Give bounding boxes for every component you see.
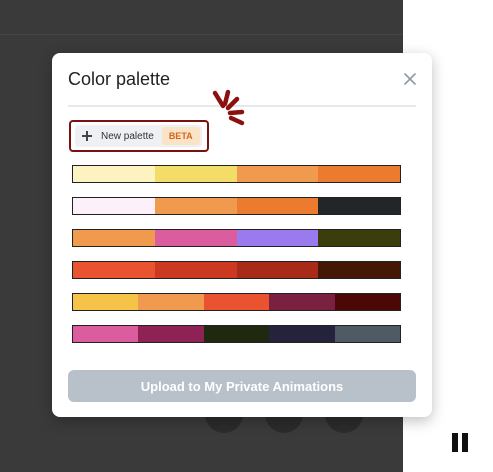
- color-swatch: [73, 262, 155, 278]
- palette-row[interactable]: [72, 325, 401, 343]
- color-swatch: [73, 294, 139, 310]
- dialog-title: Color palette: [68, 69, 171, 89]
- color-swatch: [236, 230, 319, 246]
- color-swatch: [154, 166, 237, 182]
- color-palette-dialog: Color palette New palette BETA Upload to…: [52, 53, 432, 417]
- color-swatch: [318, 166, 400, 182]
- color-swatch: [236, 262, 319, 278]
- color-swatch: [318, 198, 400, 214]
- beta-badge: BETA: [161, 127, 200, 145]
- plus-icon: [82, 131, 92, 141]
- close-icon[interactable]: [402, 71, 418, 87]
- color-swatch: [334, 294, 401, 310]
- background-divider: [0, 34, 403, 35]
- palette-row[interactable]: [72, 293, 401, 311]
- color-swatch: [318, 262, 400, 278]
- palette-row[interactable]: [72, 229, 401, 247]
- color-swatch: [154, 198, 237, 214]
- attention-burst-icon: [206, 87, 248, 129]
- color-swatch: [203, 326, 270, 342]
- color-swatch: [138, 326, 204, 342]
- pause-icon[interactable]: [451, 433, 471, 453]
- color-swatch: [269, 294, 335, 310]
- color-swatch: [138, 294, 204, 310]
- palette-row[interactable]: [72, 165, 401, 183]
- color-swatch: [154, 230, 237, 246]
- color-swatch: [73, 230, 155, 246]
- palette-row[interactable]: [72, 197, 401, 215]
- new-palette-label: New palette: [101, 130, 154, 142]
- new-palette-chip[interactable]: New palette BETA: [75, 125, 202, 147]
- color-swatch: [203, 294, 270, 310]
- upload-button[interactable]: Upload to My Private Animations: [68, 370, 416, 402]
- color-swatch: [236, 198, 319, 214]
- color-swatch: [73, 198, 155, 214]
- color-swatch: [154, 262, 237, 278]
- color-swatch: [236, 166, 319, 182]
- new-palette-button[interactable]: New palette BETA: [69, 120, 209, 152]
- palette-row[interactable]: [72, 261, 401, 279]
- color-swatch: [269, 326, 335, 342]
- color-swatch: [73, 166, 155, 182]
- color-swatch: [318, 230, 400, 246]
- color-swatch: [73, 326, 139, 342]
- color-swatch: [334, 326, 401, 342]
